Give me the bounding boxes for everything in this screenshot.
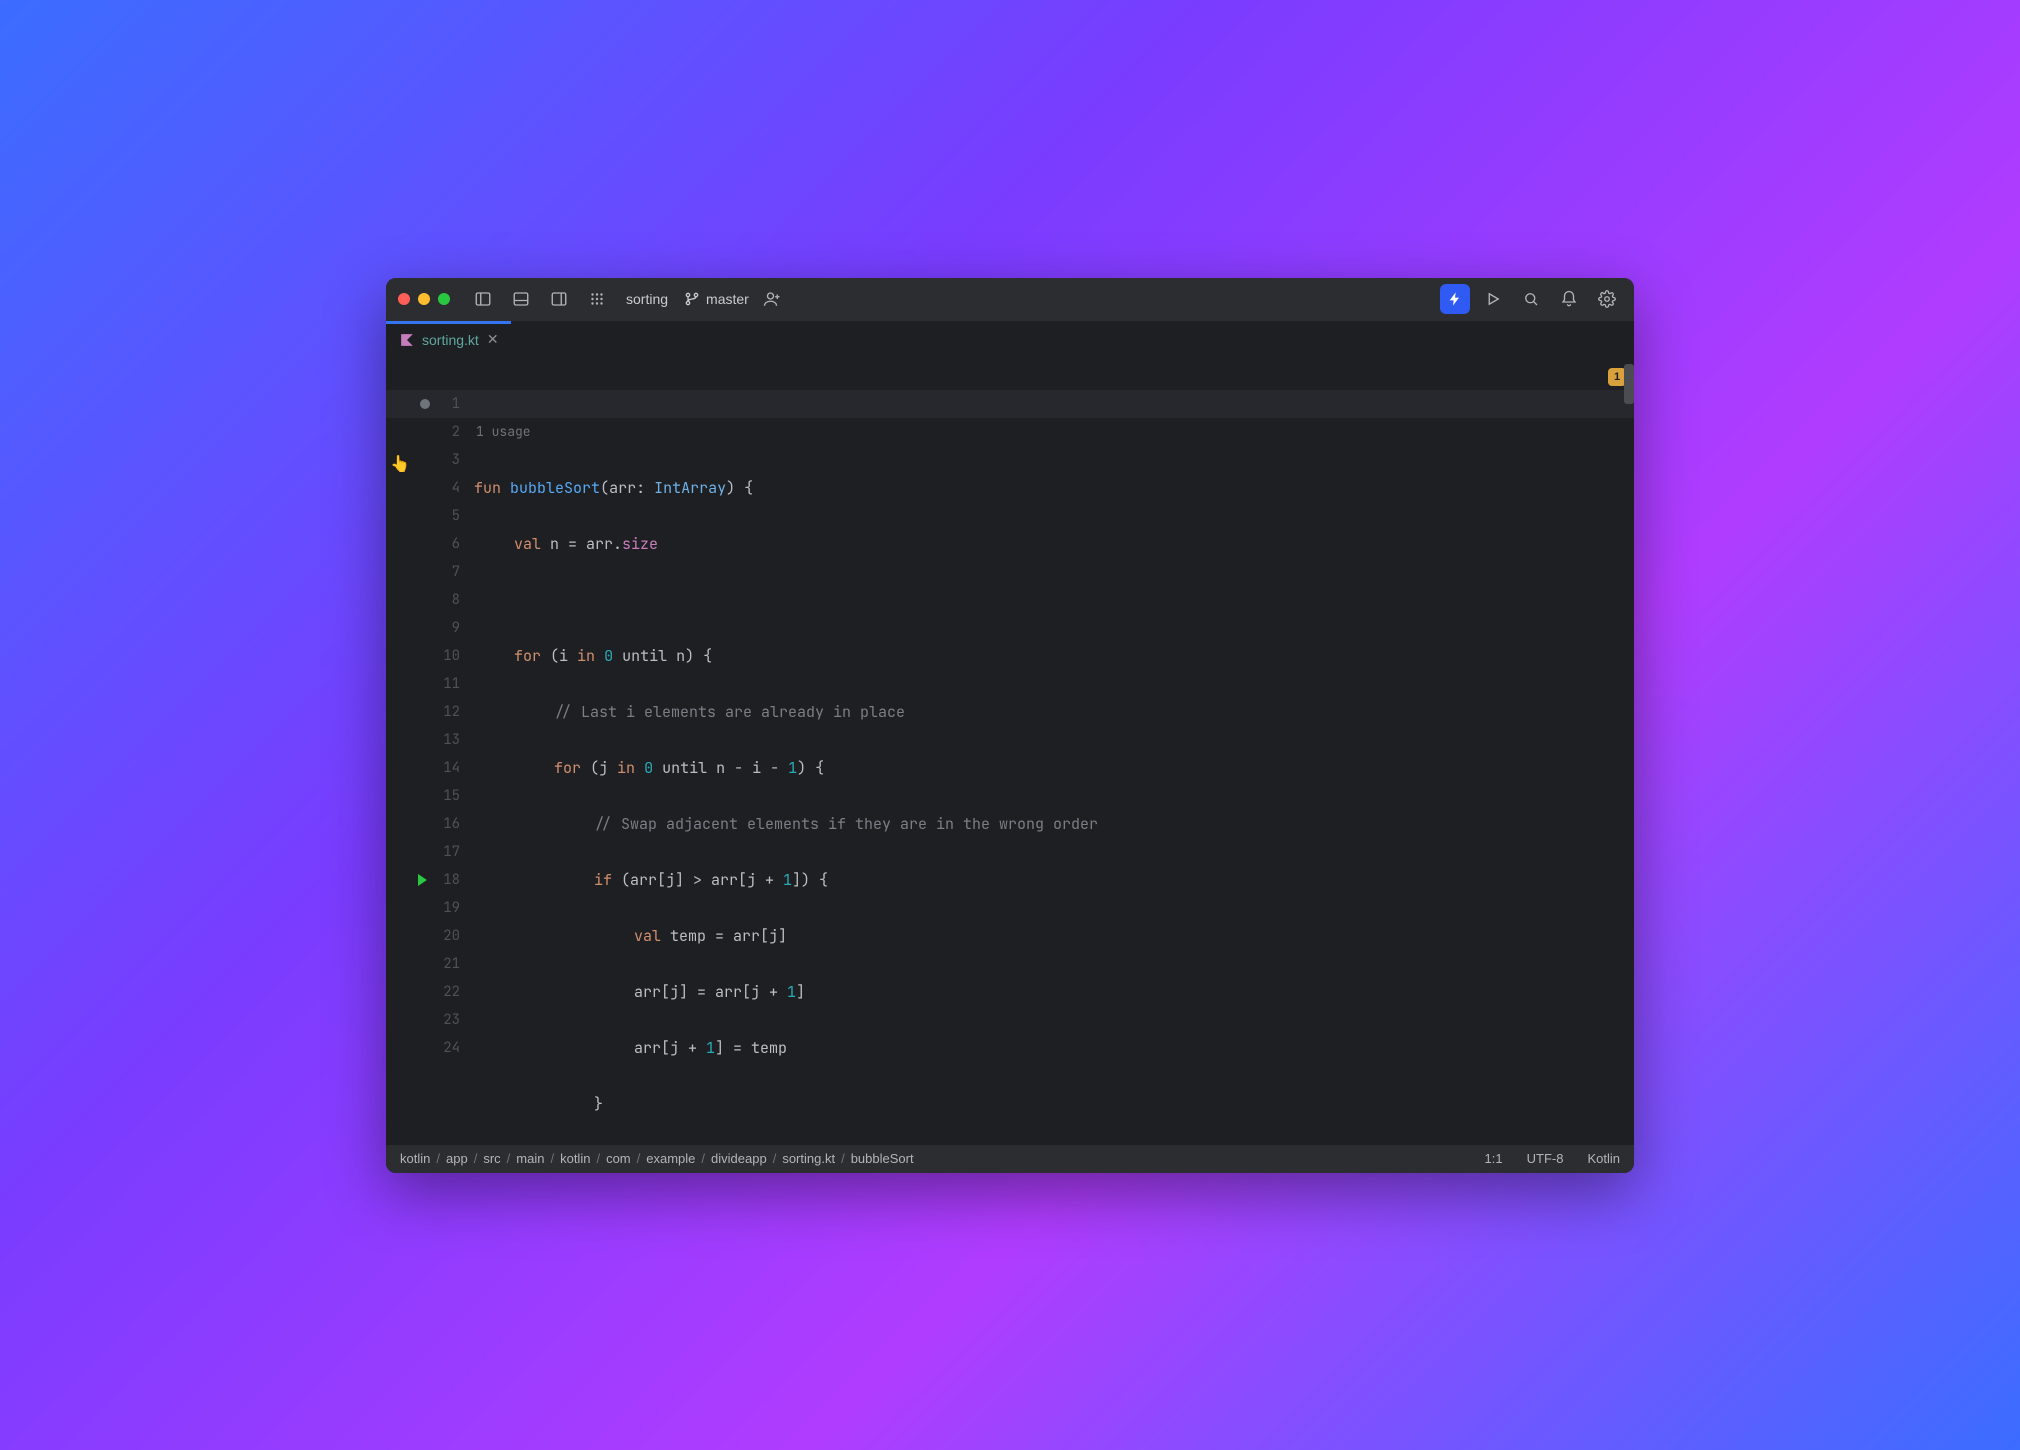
kotlin-file-icon — [400, 333, 414, 347]
gutter-line[interactable]: 4 — [386, 474, 474, 502]
gutter-line[interactable]: 3 — [386, 446, 474, 474]
settings-icon[interactable] — [1592, 284, 1622, 314]
gutter-line[interactable]: 21 — [386, 950, 474, 978]
usage-hint[interactable]: 1 usage — [474, 418, 1634, 446]
statusbar: kotlin/ app/ src/ main/ kotlin/ com/ exa… — [386, 1145, 1634, 1173]
add-user-icon[interactable] — [757, 284, 787, 314]
gutter-line[interactable]: 9 — [386, 614, 474, 642]
gutter-line[interactable]: 20 — [386, 922, 474, 950]
gutter-line[interactable]: 16 — [386, 810, 474, 838]
gutter-line[interactable]: 5 — [386, 502, 474, 530]
breadcrumb-item[interactable]: divideapp — [711, 1151, 767, 1166]
bottom-panel-toggle[interactable] — [506, 284, 536, 314]
app-grid-icon[interactable] — [582, 284, 612, 314]
gutter-line[interactable]: 13 — [386, 726, 474, 754]
branch-icon — [684, 291, 700, 307]
gutter-line[interactable]: 6 — [386, 530, 474, 558]
editor[interactable]: 1 2 3 4 5 6 7 8 9 10 11 12 13 14 15 16 1… — [386, 358, 1634, 1145]
tab-sorting-kt[interactable]: sorting.kt ✕ — [386, 322, 511, 358]
gutter[interactable]: 1 2 3 4 5 6 7 8 9 10 11 12 13 14 15 16 1… — [386, 358, 474, 1145]
titlebar: sorting master — [386, 278, 1634, 322]
left-panel-toggle[interactable] — [468, 284, 498, 314]
gutter-line[interactable]: 12 — [386, 698, 474, 726]
gutter-line[interactable]: 11 — [386, 670, 474, 698]
editor-tabbar: sorting.kt ✕ — [386, 322, 1634, 358]
code-area[interactable]: 1 usage fun bubbleSort(arr: IntArray) { … — [474, 358, 1634, 1145]
gutter-line[interactable]: 19 — [386, 894, 474, 922]
run-button[interactable] — [1478, 284, 1508, 314]
ai-assistant-button[interactable] — [1440, 284, 1470, 314]
project-name[interactable]: sorting — [626, 291, 668, 307]
breadcrumb-item[interactable]: example — [646, 1151, 695, 1166]
cursor-position[interactable]: 1:1 — [1485, 1151, 1503, 1166]
gutter-run-icon[interactable]: 18 — [386, 866, 474, 894]
right-panel-toggle[interactable] — [544, 284, 574, 314]
breadcrumb-item[interactable]: sorting.kt — [782, 1151, 835, 1166]
gutter-line[interactable]: 14 — [386, 754, 474, 782]
breadcrumb-item[interactable]: src — [483, 1151, 500, 1166]
branch-name: master — [706, 291, 749, 307]
breadcrumb-item[interactable]: main — [516, 1151, 544, 1166]
gutter-line[interactable]: 15 — [386, 782, 474, 810]
vcs-branch[interactable]: master — [684, 291, 749, 307]
window-controls — [398, 293, 450, 305]
search-icon[interactable] — [1516, 284, 1546, 314]
bolt-icon — [1447, 291, 1463, 307]
breadcrumb-item[interactable]: kotlin — [400, 1151, 430, 1166]
language-mode[interactable]: Kotlin — [1587, 1151, 1620, 1166]
ide-window: sorting master sorting.kt — [386, 278, 1634, 1173]
close-window-button[interactable] — [398, 293, 410, 305]
minimize-window-button[interactable] — [418, 293, 430, 305]
gutter-line[interactable]: 1 — [386, 390, 474, 418]
gutter-line[interactable]: 8 — [386, 586, 474, 614]
encoding[interactable]: UTF-8 — [1527, 1151, 1564, 1166]
breadcrumb-item[interactable]: app — [446, 1151, 468, 1166]
gutter-line[interactable]: 23 — [386, 1006, 474, 1034]
gutter-line[interactable]: 10 — [386, 642, 474, 670]
gutter-line[interactable]: 22 — [386, 978, 474, 1006]
breadcrumb-item[interactable]: kotlin — [560, 1151, 590, 1166]
tab-close-icon[interactable]: ✕ — [487, 331, 499, 348]
tab-filename: sorting.kt — [422, 332, 479, 348]
breadcrumb-item[interactable]: bubbleSort — [851, 1151, 914, 1166]
scrollbar-thumb[interactable] — [1624, 364, 1634, 404]
gutter-line[interactable]: 2 — [386, 418, 474, 446]
breadcrumb-item[interactable]: com — [606, 1151, 631, 1166]
maximize-window-button[interactable] — [438, 293, 450, 305]
gutter-line[interactable]: 24 — [386, 1034, 474, 1062]
gutter-line[interactable]: 17 — [386, 838, 474, 866]
gutter-line[interactable]: 7 — [386, 558, 474, 586]
notifications-icon[interactable] — [1554, 284, 1584, 314]
